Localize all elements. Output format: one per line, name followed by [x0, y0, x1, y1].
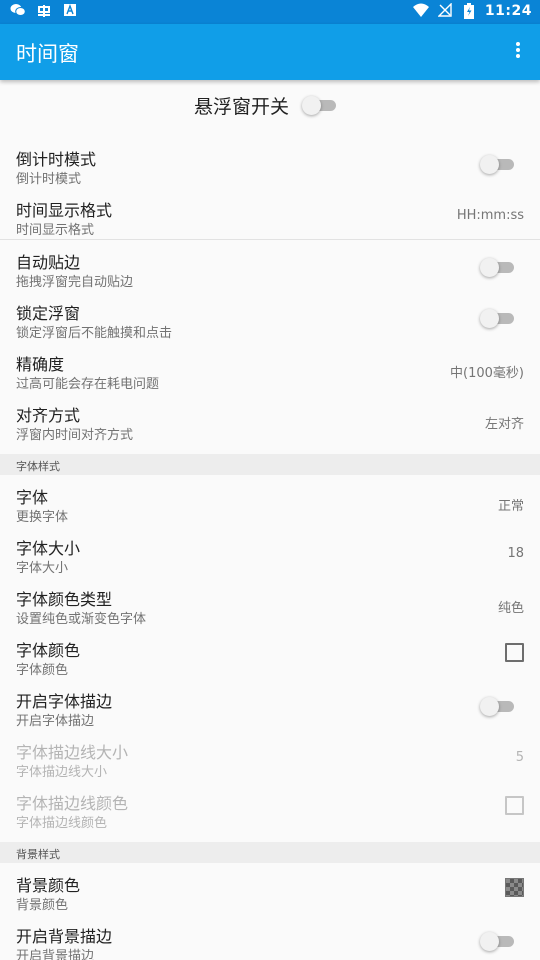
pref-title: 开启背景描边: [16, 927, 113, 946]
pref-title: 字体大小: [16, 539, 81, 558]
pref-subtitle: 开启背景描边: [16, 949, 95, 960]
pref-value: 正常: [497, 499, 524, 514]
more-vert-icon[interactable]: [508, 40, 528, 64]
pref-lock-window[interactable]: 锁定浮窗 锁定浮窗后不能触摸和点击: [0, 293, 540, 344]
pref-value: 左对齐: [484, 417, 524, 432]
pref-precision[interactable]: 精确度 过高可能会存在耗电问题 中(100毫秒): [0, 344, 540, 395]
auto-snap-switch[interactable]: [480, 257, 514, 277]
pref-title: 字体颜色类型: [16, 590, 113, 609]
master-switch[interactable]: [302, 95, 336, 115]
pref-subtitle: 拖拽浮窗完自动贴边: [16, 275, 134, 290]
pref-background-color[interactable]: 背景颜色 背景颜色: [0, 865, 540, 916]
pref-subtitle: 锁定浮窗后不能触摸和点击: [16, 326, 173, 341]
master-toggle-label: 悬浮窗开关: [194, 96, 290, 118]
pref-title: 字体: [16, 488, 49, 507]
pref-value: 中(100毫秒): [450, 366, 524, 381]
section-header-font: 字体样式: [0, 454, 540, 475]
no-signal-icon: [437, 2, 453, 19]
pref-background-stroke[interactable]: 开启背景描边 开启背景描边: [0, 916, 540, 960]
pref-font[interactable]: 字体 更换字体 正常: [0, 477, 540, 528]
countdown-switch[interactable]: [480, 154, 514, 174]
pref-subtitle: 设置纯色或渐变色字体: [16, 612, 147, 627]
pref-subtitle: 字体描边线颜色: [16, 816, 108, 831]
pref-title: 锁定浮窗: [16, 304, 81, 323]
pref-font-color[interactable]: 字体颜色 字体颜色: [0, 630, 540, 681]
app-bar: 时间窗: [0, 24, 540, 80]
pref-subtitle: 浮窗内时间对齐方式: [16, 428, 134, 443]
pref-time-format[interactable]: 时间显示格式 时间显示格式 HH:mm:ss: [0, 190, 540, 241]
pref-title: 字体描边线颜色: [16, 794, 129, 813]
pref-title: 时间显示格式: [16, 201, 113, 220]
pref-title: 对齐方式: [16, 406, 81, 425]
pref-subtitle: 字体描边线大小: [16, 765, 108, 780]
background-color-swatch[interactable]: [505, 878, 524, 897]
pref-title: 自动贴边: [16, 253, 81, 272]
section-label: 字体样式: [16, 460, 60, 473]
battery-charging-icon: [461, 3, 477, 19]
font-stroke-switch[interactable]: [480, 696, 514, 716]
pref-value: 18: [507, 546, 524, 561]
pref-value: HH:mm:ss: [456, 208, 524, 223]
status-time: 11:24: [484, 3, 532, 19]
pref-value: 纯色: [497, 601, 524, 616]
pref-font-size[interactable]: 字体大小 字体大小 18: [0, 528, 540, 579]
pref-font-stroke[interactable]: 开启字体描边 开启字体描边: [0, 681, 540, 732]
pref-subtitle: 时间显示格式: [16, 223, 95, 238]
app-title: 时间窗: [16, 42, 79, 66]
pref-subtitle: 字体颜色: [16, 663, 69, 678]
section-header-background: 背景样式: [0, 842, 540, 863]
wechat-icon: [10, 3, 26, 19]
section-label: 背景样式: [16, 848, 60, 861]
pref-value: 5: [515, 750, 524, 765]
pref-title: 字体颜色: [16, 641, 81, 660]
wifi-icon: [412, 3, 429, 19]
font-stroke-color-checkbox: [505, 796, 524, 815]
floating-window-master-toggle[interactable]: 悬浮窗开关: [0, 80, 540, 130]
pref-auto-snap[interactable]: 自动贴边 拖拽浮窗完自动贴边: [0, 242, 540, 293]
pref-subtitle: 过高可能会存在耗电问题: [16, 377, 160, 392]
pref-alignment[interactable]: 对齐方式 浮窗内时间对齐方式 左对齐: [0, 395, 540, 446]
lock-window-switch[interactable]: [480, 308, 514, 328]
settings-list: 悬浮窗开关 倒计时模式 倒计时模式 时间显示格式 时间显示格式 HH:mm:ss…: [0, 80, 540, 960]
pref-countdown-mode[interactable]: 倒计时模式 倒计时模式: [0, 139, 540, 190]
a-box-icon: [62, 3, 78, 19]
pref-font-color-type[interactable]: 字体颜色类型 设置纯色或渐变色字体 纯色: [0, 579, 540, 630]
bug-app-icon: [36, 3, 52, 19]
pref-subtitle: 字体大小: [16, 561, 69, 576]
divider: [0, 239, 540, 240]
pref-title: 开启字体描边: [16, 692, 113, 711]
pref-title: 背景颜色: [16, 876, 81, 895]
background-stroke-switch[interactable]: [480, 931, 514, 951]
pref-subtitle: 倒计时模式: [16, 172, 82, 187]
pref-subtitle: 背景颜色: [16, 898, 69, 913]
pref-subtitle: 开启字体描边: [16, 714, 95, 729]
pref-title: 精确度: [16, 355, 65, 374]
pref-title: 字体描边线大小: [16, 743, 129, 762]
pref-title: 倒计时模式: [16, 150, 97, 169]
font-color-checkbox[interactable]: [505, 643, 524, 662]
pref-subtitle: 更换字体: [16, 510, 69, 525]
status-bar: 11:24: [0, 0, 540, 24]
pref-font-stroke-color: 字体描边线颜色 字体描边线颜色: [0, 783, 540, 834]
pref-font-stroke-size: 字体描边线大小 字体描边线大小 5: [0, 732, 540, 783]
